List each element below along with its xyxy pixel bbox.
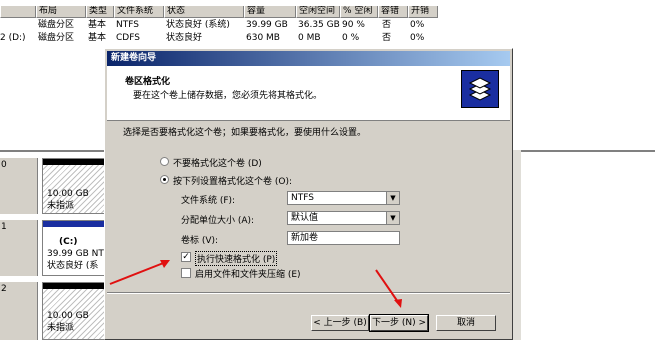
volume-layout: 磁盘分区	[38, 20, 75, 30]
column-header-volume[interactable]	[0, 6, 36, 18]
quick-format-checkbox[interactable]: ✓	[181, 252, 191, 262]
column-header-capacity[interactable]: 容量	[244, 6, 296, 18]
volume-free-space: 0 MB	[298, 33, 321, 43]
allocation-unit-value: 默认值	[291, 213, 319, 223]
partition-size: 10.00 GB	[47, 189, 89, 199]
volume-row[interactable]: 2 (D:) 磁盘分区 基本 CDFS 状态良好 630 MB 0 MB 0 %…	[0, 32, 655, 44]
volume-overhead: 0%	[410, 20, 425, 30]
volume-filesystem: CDFS	[116, 33, 140, 43]
partition-bar	[43, 221, 111, 227]
vertical-scrollbar[interactable]	[513, 150, 521, 340]
disk-2-label[interactable]: 2	[0, 282, 38, 340]
partition-status: 状态良好 (系	[47, 261, 99, 271]
column-header-type[interactable]: 类型	[86, 6, 114, 18]
disk-2-unallocated-partition[interactable]: 10.00 GB 未指派	[42, 282, 112, 340]
volume-label-input[interactable]: 新加卷	[287, 231, 400, 245]
volume-filesystem: NTFS	[116, 20, 139, 30]
volume-layout: 磁盘分区	[38, 33, 75, 43]
column-header-percent-free[interactable]: % 空闲	[340, 6, 378, 18]
cancel-button[interactable]: 取消	[436, 315, 496, 331]
partition-size: 39.99 GB NTF	[47, 249, 110, 259]
wizard-title: 新建卷向导	[111, 53, 157, 63]
volume-list-header: 布局 类型 文件系统 状态 容量 空闲空间 % 空闲 容错 开销	[0, 6, 655, 18]
wizard-subheading: 要在这个卷上储存数据，您必须先将其格式化。	[133, 91, 323, 101]
no-format-radio[interactable]	[160, 157, 169, 166]
volume-label-value: 新加卷	[291, 233, 319, 243]
wizard-body: 选择是否要格式化这个卷；如果要格式化，要使用什么设置。 不要格式化这个卷 (D)…	[107, 121, 510, 289]
volume-name	[0, 19, 34, 31]
disk-1-c-partition[interactable]: (C:) 39.99 GB NTF 状态良好 (系	[42, 220, 112, 276]
back-button[interactable]: < 上一步 (B)	[311, 315, 369, 331]
column-header-fault-tolerance[interactable]: 容错	[378, 6, 408, 18]
disk-number: 1	[1, 222, 7, 232]
volume-type: 基本	[88, 20, 107, 30]
volume-free-space: 36.35 GB	[298, 20, 340, 30]
filesystem-label: 文件系统 (F):	[181, 196, 236, 206]
allocation-unit-select[interactable]: 默认值 ▼	[287, 211, 400, 225]
button-separator	[107, 292, 510, 294]
volume-percent-free: 90 %	[342, 20, 365, 30]
next-button[interactable]: 下一步 (N) >	[369, 314, 429, 332]
wizard-heading: 卷区格式化	[125, 77, 171, 87]
volume-row[interactable]: 磁盘分区 基本 NTFS 状态良好 (系统) 39.99 GB 36.35 GB…	[0, 19, 655, 31]
column-header-layout[interactable]: 布局	[36, 6, 86, 18]
compression-label[interactable]: 启用文件和文件夹压缩 (E)	[195, 267, 301, 280]
disk-0-label[interactable]: 0	[0, 158, 38, 214]
wizard-titlebar[interactable]: 新建卷向导	[107, 51, 510, 66]
chevron-down-icon[interactable]: ▼	[386, 192, 399, 204]
disk-1-label[interactable]: 1	[0, 220, 38, 276]
filesystem-value: NTFS	[291, 193, 314, 203]
volume-capacity: 39.99 GB	[246, 20, 288, 30]
partition-status: 未指派	[47, 201, 75, 211]
wizard-header: 卷区格式化 要在这个卷上储存数据，您必须先将其格式化。	[107, 66, 510, 121]
partition-bar	[43, 159, 111, 165]
disk-stack-icon	[461, 70, 499, 108]
filesystem-select[interactable]: NTFS ▼	[287, 191, 400, 205]
volume-status: 状态良好	[166, 33, 203, 43]
volume-name: 2 (D:)	[0, 33, 26, 43]
column-header-status[interactable]: 状态	[164, 6, 244, 18]
column-header-filesystem[interactable]: 文件系统	[114, 6, 164, 18]
new-volume-wizard-dialog: 新建卷向导 卷区格式化 要在这个卷上储存数据，您必须先将其格式化。 选择是否要格…	[104, 48, 513, 340]
no-format-label[interactable]: 不要格式化这个卷 (D)	[173, 156, 262, 169]
disk-0-unallocated-partition[interactable]: 10.00 GB 未指派	[42, 158, 112, 214]
partition-bar	[43, 283, 111, 289]
column-header-overhead[interactable]: 开销	[408, 6, 438, 18]
column-header-free-space[interactable]: 空闲空间	[296, 6, 340, 18]
volume-fault-tolerance: 否	[382, 20, 392, 30]
chevron-down-icon[interactable]: ▼	[386, 212, 399, 224]
quick-format-label[interactable]: 执行快速格式化 (P)	[195, 251, 278, 266]
volume-percent-free: 0 %	[342, 33, 360, 43]
volume-type: 基本	[88, 33, 107, 43]
volume-label-label: 卷标 (V):	[181, 236, 219, 246]
volume-overhead: 0%	[410, 33, 425, 43]
format-label[interactable]: 按下列设置格式化这个卷 (O):	[173, 174, 292, 187]
partition-name: (C:)	[59, 237, 78, 247]
disk-number: 2	[1, 284, 7, 294]
allocation-unit-label: 分配单位大小 (A):	[181, 216, 255, 226]
format-prompt: 选择是否要格式化这个卷；如果要格式化，要使用什么设置。	[123, 128, 367, 138]
compression-checkbox[interactable]	[181, 268, 191, 278]
partition-status: 未指派	[47, 323, 75, 333]
volume-fault-tolerance: 否	[382, 33, 392, 43]
volume-capacity: 630 MB	[246, 33, 280, 43]
format-radio[interactable]	[160, 175, 169, 184]
volume-status: 状态良好 (系统)	[166, 20, 230, 30]
partition-size: 10.00 GB	[47, 311, 89, 321]
disk-number: 0	[1, 160, 7, 170]
